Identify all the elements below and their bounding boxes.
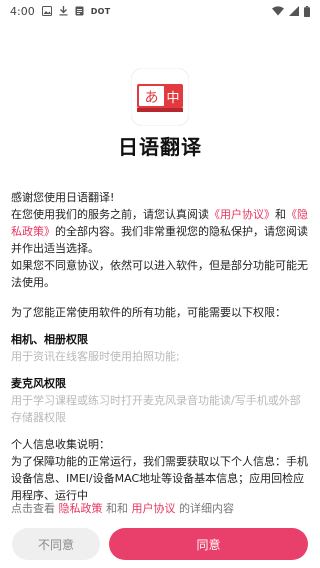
doc-icon [75, 6, 84, 16]
footer-note: 点击查看 隐私政策 和和 用户协议 的详细内容 [11, 500, 234, 516]
download-icon [59, 6, 68, 16]
permission-desc-camera: 用于资讯在线客服时使用拍照功能; [11, 350, 180, 363]
status-bar: 4:00 DOT [0, 0, 320, 22]
intro-and: 和 [275, 208, 286, 221]
footer-note-prefix: 点击查看 [11, 502, 55, 515]
footer-privacy-link[interactable]: 隐私政策 [59, 502, 103, 515]
signal-icon [289, 6, 299, 16]
permission-title-camera: 相机、相册权限 [11, 333, 88, 346]
footer-and: 和和 [106, 502, 128, 515]
status-right [272, 5, 310, 17]
greeting-text: 感谢您使用日语翻译! [11, 191, 115, 204]
collection-text: 为了保障功能的正常运行，我们需要获取以下个人信息：手机设备信息、IMEI/设备M… [11, 455, 308, 502]
collection-title: 个人信息收集说明： [11, 438, 110, 451]
intro-after: 的全部内容。我们非常重视您的隐私保护，请您阅读并作出适当选择。 [11, 225, 308, 255]
permission-title-microphone: 麦克风权限 [11, 377, 66, 390]
user-agreement-link[interactable]: 《用户协议》 [209, 208, 275, 221]
footer-note-suffix: 的详细内容 [179, 502, 234, 515]
image-icon [41, 6, 52, 16]
privacy-content[interactable]: 感谢您使用日语翻译! 在您使用我们的服务之前，请您认真阅读《用户协议》和《隐私政… [11, 189, 311, 517]
status-time: 4:00 [10, 4, 35, 18]
footer-user-link[interactable]: 用户协议 [132, 502, 176, 515]
battery-icon [304, 5, 310, 17]
status-indicator-label: DOT [90, 6, 111, 16]
agree-button-label: 同意 [196, 537, 221, 552]
disagree-note: 如果您不同意协议，依然可以进入软件，但是部分功能可能无法使用。 [11, 259, 308, 289]
permission-intro: 为了您能正常使用软件的所有功能，可能需要以下权限： [11, 306, 286, 319]
status-left: 4:00 DOT [10, 5, 111, 18]
app-title: 日语翻译 [118, 135, 202, 159]
intro-before: 在您使用我们的服务之前，请您认真阅读 [11, 208, 209, 221]
permission-desc-microphone: 用于学习课程或练习时打开麦克风录音功能读/写手机或外部存储器权限 [11, 394, 301, 424]
logo-glyph-left: あ [145, 90, 159, 106]
disagree-button-label: 不同意 [37, 537, 74, 552]
wifi-icon [272, 6, 284, 16]
app-logo: あ 中 [130, 67, 190, 127]
agree-button[interactable]: 同意 [109, 528, 308, 560]
disagree-button[interactable]: 不同意 [12, 528, 100, 560]
intro-paragraph: 在您使用我们的服务之前，请您认真阅读《用户协议》和《隐私政策》的全部内容。我们非… [11, 206, 311, 257]
logo-glyph-right: 中 [166, 91, 179, 106]
